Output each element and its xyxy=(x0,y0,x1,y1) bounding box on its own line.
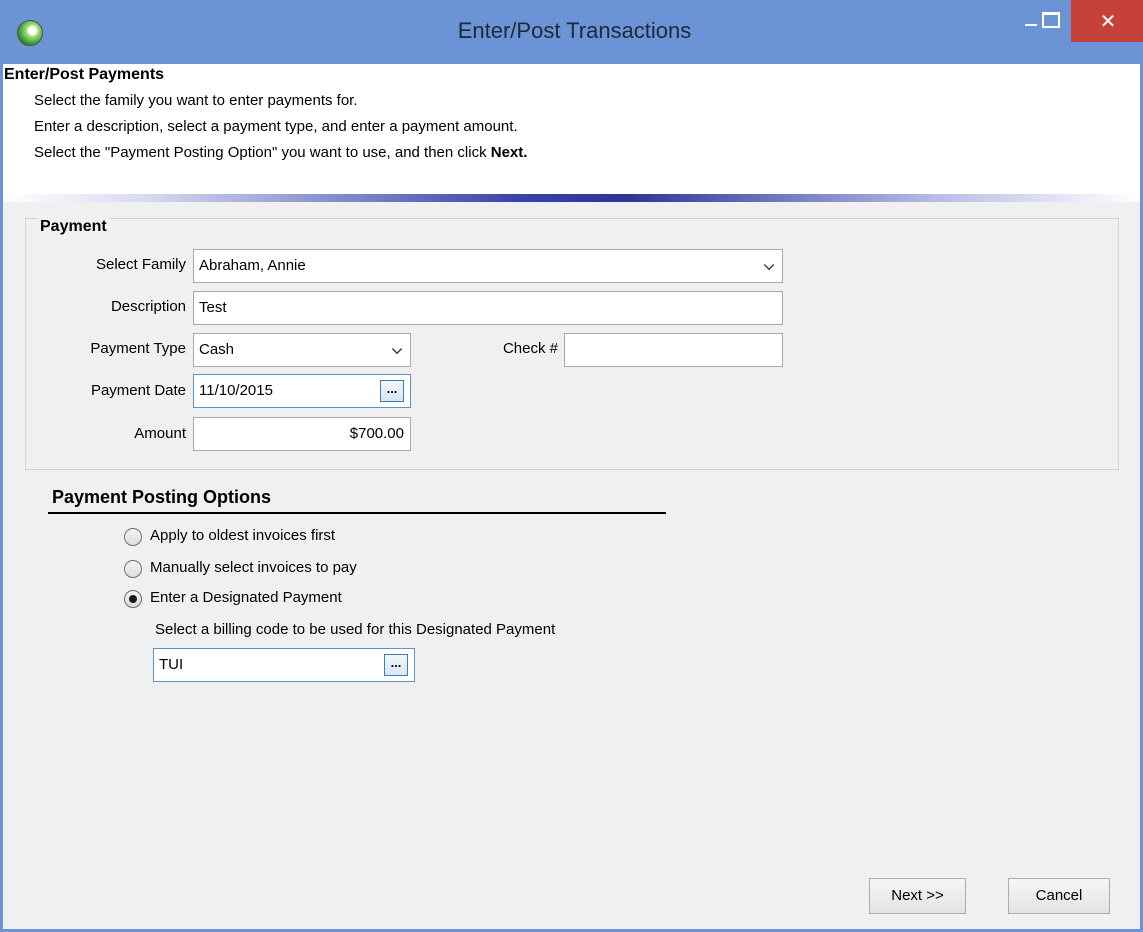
date-picker-button[interactable]: ... xyxy=(380,380,404,402)
description-label: Description xyxy=(110,298,186,315)
payment-date-value: 11/10/2015 xyxy=(199,382,273,399)
header-separator xyxy=(3,194,1140,202)
billing-code-value: TUI xyxy=(159,656,184,673)
select-family-value: Abraham, Annie xyxy=(199,257,306,274)
next-button[interactable]: Next >> xyxy=(869,878,966,914)
instruction-line-3-text: Select the "Payment Posting Option" you … xyxy=(34,144,491,161)
chevron-down-icon xyxy=(391,343,403,355)
payment-type-dropdown[interactable]: Cash xyxy=(193,333,411,367)
radio-manual-select-label[interactable]: Manually select invoices to pay xyxy=(150,559,357,576)
payment-type-value: Cash xyxy=(199,341,235,358)
posting-options-title: Payment Posting Options xyxy=(52,487,272,507)
radio-designated-payment[interactable] xyxy=(124,590,142,608)
payment-group-title: Payment xyxy=(38,218,109,236)
radio-oldest-invoices[interactable] xyxy=(124,528,142,546)
check-number-field[interactable] xyxy=(564,333,783,367)
instruction-line-2: Enter a description, select a payment ty… xyxy=(34,118,518,135)
payment-date-label: Payment Date xyxy=(90,382,186,399)
radio-designated-payment-label[interactable]: Enter a Designated Payment xyxy=(150,589,342,606)
payment-type-label: Payment Type xyxy=(90,340,186,357)
instruction-next-bold: Next. xyxy=(490,144,528,161)
payment-date-field[interactable]: 11/10/2015 ... xyxy=(193,374,411,408)
maximize-icon[interactable] xyxy=(1033,0,1069,40)
title-bar[interactable]: Enter/Post Transactions ✕ xyxy=(3,0,1143,64)
amount-label: Amount xyxy=(134,425,186,442)
select-family-dropdown[interactable]: Abraham, Annie xyxy=(193,249,783,283)
billing-code-lookup-button[interactable]: ... xyxy=(384,654,408,676)
radio-oldest-invoices-label[interactable]: Apply to oldest invoices first xyxy=(150,527,335,544)
billing-code-label: Select a billing code to be used for thi… xyxy=(155,621,556,638)
instruction-line-3: Select the "Payment Posting Option" you … xyxy=(34,144,527,161)
instructions-header: Enter/Post Payments Select the family yo… xyxy=(3,64,1140,194)
posting-options-divider xyxy=(48,512,666,514)
billing-code-field[interactable]: TUI ... xyxy=(153,648,415,682)
page-title: Enter/Post Payments xyxy=(4,66,165,83)
window-title: Enter/Post Transactions xyxy=(457,18,692,43)
close-icon[interactable]: ✕ xyxy=(1071,0,1143,42)
check-number-label: Check # xyxy=(502,340,558,357)
chevron-down-icon xyxy=(763,259,775,271)
cancel-button[interactable]: Cancel xyxy=(1008,878,1110,914)
radio-manual-select[interactable] xyxy=(124,560,142,578)
amount-field[interactable]: $700.00 xyxy=(193,417,411,451)
description-field[interactable]: Test xyxy=(193,291,783,325)
select-family-label: Select Family xyxy=(95,256,186,273)
instruction-line-1: Select the family you want to enter paym… xyxy=(34,92,358,109)
